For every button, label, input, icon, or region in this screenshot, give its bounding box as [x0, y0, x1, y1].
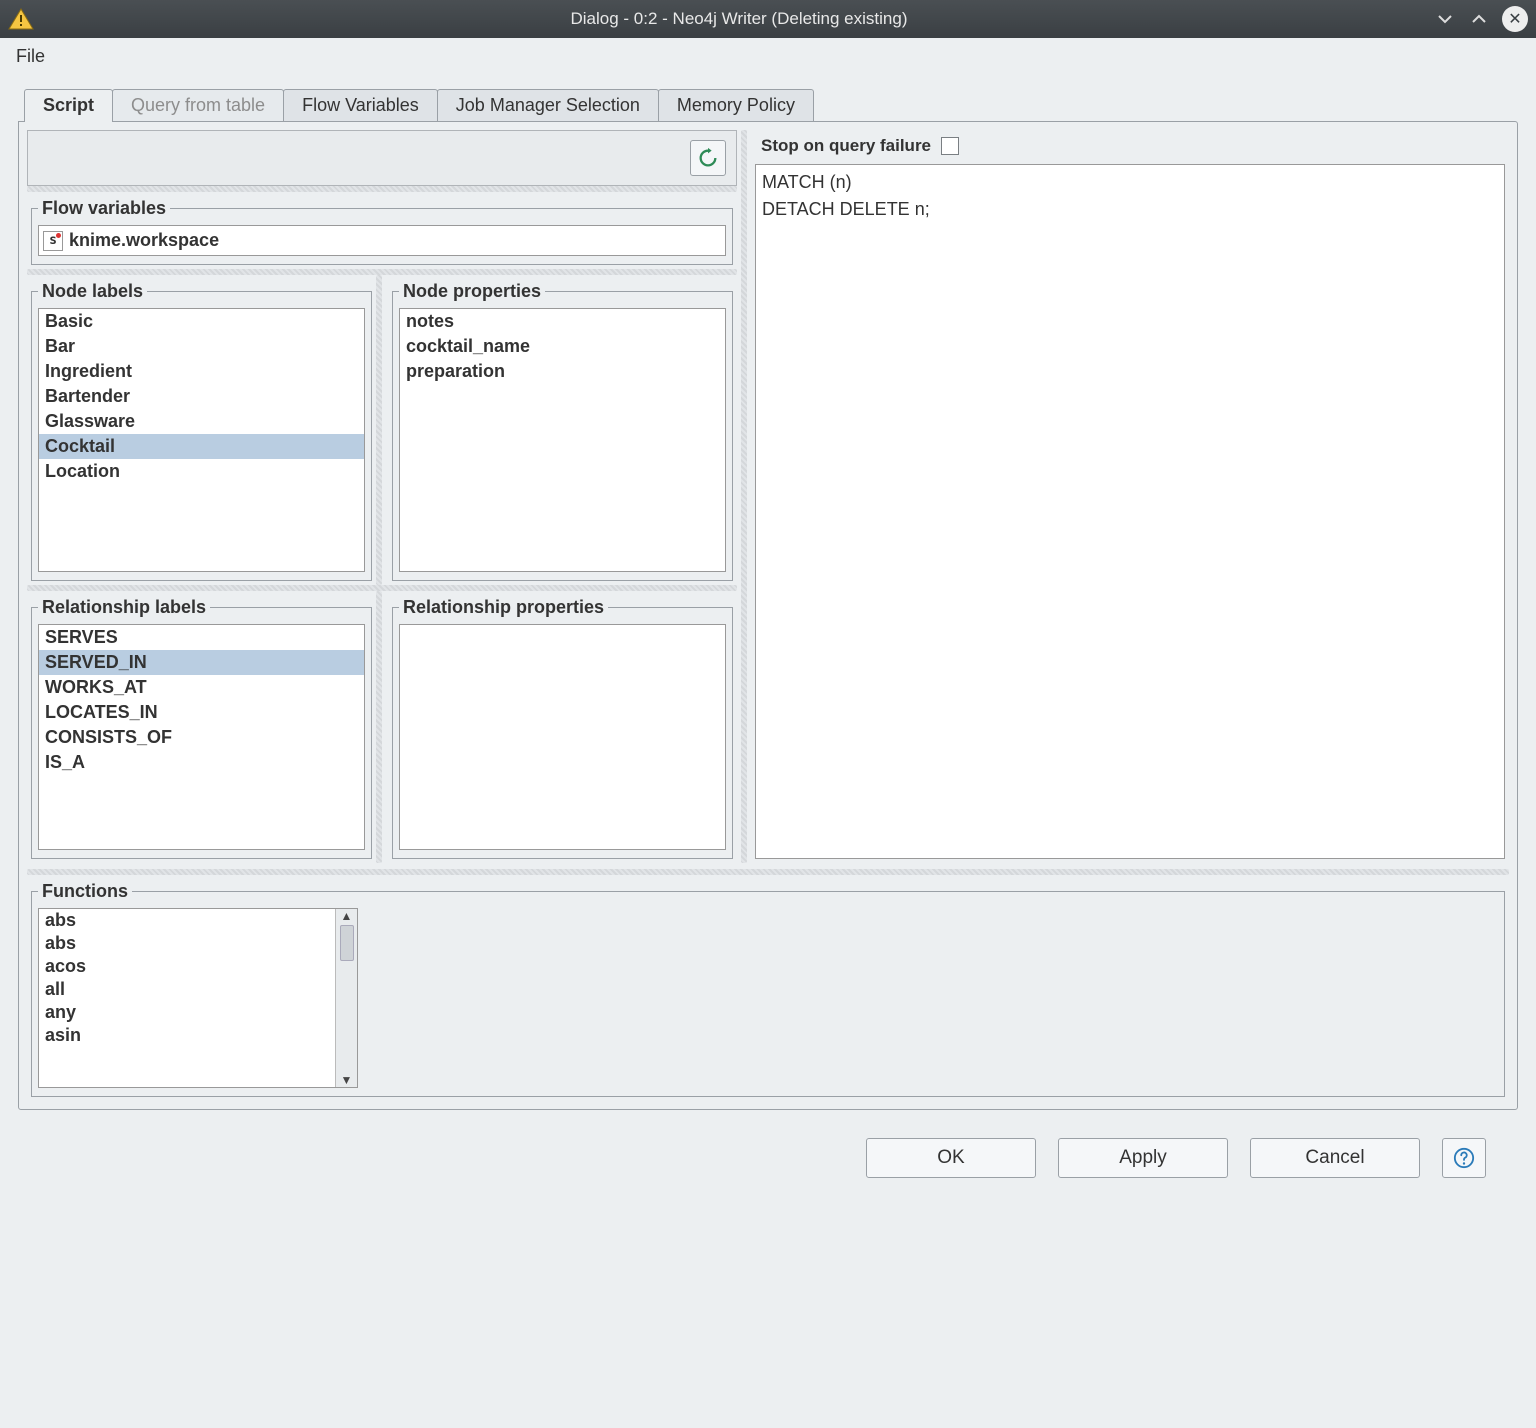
list-item[interactable]: asin	[39, 1024, 335, 1047]
list-item[interactable]: Bar	[39, 334, 364, 359]
node-properties-list[interactable]: notes cocktail_name preparation	[399, 308, 726, 572]
toolbar	[27, 130, 737, 186]
cancel-button[interactable]: Cancel	[1250, 1138, 1420, 1178]
minimize-button[interactable]	[1434, 8, 1456, 30]
list-item[interactable]: all	[39, 978, 335, 1001]
list-item[interactable]: preparation	[400, 359, 725, 384]
menubar: File	[0, 38, 1536, 80]
ok-button[interactable]: OK	[866, 1138, 1036, 1178]
list-item[interactable]: Bartender	[39, 384, 364, 409]
node-properties-group: Node properties notes cocktail_name prep…	[392, 281, 733, 581]
list-item[interactable]: abs	[39, 909, 335, 932]
splitter-h[interactable]	[27, 186, 737, 192]
help-button[interactable]	[1442, 1138, 1486, 1178]
functions-list[interactable]: abs abs acos all any asin ▲ ▼	[38, 908, 358, 1088]
relationship-labels-group: Relationship labels SERVES SERVED_IN WOR…	[31, 597, 372, 859]
stop-on-failure-checkbox[interactable]	[941, 137, 959, 155]
list-item[interactable]: acos	[39, 955, 335, 978]
relationship-properties-list[interactable]	[399, 624, 726, 850]
functions-legend: Functions	[38, 881, 132, 902]
stop-on-failure-label: Stop on query failure	[761, 136, 931, 156]
window-controls: ✕	[1434, 6, 1528, 32]
tab-memory-policy[interactable]: Memory Policy	[658, 89, 814, 122]
refresh-button[interactable]	[690, 140, 726, 176]
scroll-down-icon[interactable]: ▼	[341, 1073, 353, 1087]
titlebar: Dialog - 0:2 - Neo4j Writer (Deleting ex…	[0, 0, 1536, 38]
list-item[interactable]: any	[39, 1001, 335, 1024]
scroll-thumb[interactable]	[340, 925, 354, 961]
node-labels-group: Node labels Basic Bar Ingredient Bartend…	[31, 281, 372, 581]
list-item[interactable]: notes	[400, 309, 725, 334]
list-item[interactable]: IS_A	[39, 750, 364, 775]
help-icon	[1453, 1147, 1475, 1169]
relationship-properties-legend: Relationship properties	[399, 597, 608, 618]
tabs: Script Query from table Flow Variables J…	[18, 88, 1518, 121]
scrollbar[interactable]: ▲ ▼	[335, 909, 357, 1087]
dialog-button-row: OK Apply Cancel	[18, 1110, 1518, 1178]
flow-variable-item[interactable]: s knime.workspace	[38, 225, 726, 256]
stop-on-failure-row: Stop on query failure	[751, 130, 1509, 162]
list-item[interactable]: cocktail_name	[400, 334, 725, 359]
list-item[interactable]: WORKS_AT	[39, 675, 364, 700]
list-item[interactable]: abs	[39, 932, 335, 955]
list-item[interactable]: SERVES	[39, 625, 364, 650]
splitter-v[interactable]	[376, 591, 382, 863]
splitter-h[interactable]	[27, 869, 1509, 875]
list-item[interactable]: Basic	[39, 309, 364, 334]
maximize-button[interactable]	[1468, 8, 1490, 30]
scroll-up-icon[interactable]: ▲	[341, 909, 353, 923]
apply-button[interactable]: Apply	[1058, 1138, 1228, 1178]
tab-pane: Flow variables s knime.workspace Node la…	[18, 121, 1518, 1110]
tab-flow-variables[interactable]: Flow Variables	[283, 89, 438, 122]
flow-variables-legend: Flow variables	[38, 198, 170, 219]
relationship-properties-group: Relationship properties	[392, 597, 733, 859]
list-item[interactable]: Location	[39, 459, 364, 484]
splitter-v[interactable]	[376, 275, 382, 585]
list-item[interactable]: CONSISTS_OF	[39, 725, 364, 750]
string-type-icon: s	[43, 231, 63, 251]
window-title: Dialog - 0:2 - Neo4j Writer (Deleting ex…	[44, 9, 1434, 29]
node-properties-legend: Node properties	[399, 281, 545, 302]
tab-job-manager-selection[interactable]: Job Manager Selection	[437, 89, 659, 122]
tab-script[interactable]: Script	[24, 89, 113, 122]
close-button[interactable]: ✕	[1502, 6, 1528, 32]
refresh-icon	[697, 147, 719, 169]
app-warning-icon	[8, 8, 34, 30]
tab-query-from-table[interactable]: Query from table	[112, 89, 284, 122]
functions-group: Functions abs abs acos all any asin ▲ ▼	[31, 881, 1505, 1097]
relationship-labels-list[interactable]: SERVES SERVED_IN WORKS_AT LOCATES_IN CON…	[38, 624, 365, 850]
flow-variable-name: knime.workspace	[69, 230, 219, 251]
splitter-v-main[interactable]	[741, 130, 747, 863]
list-item[interactable]: LOCATES_IN	[39, 700, 364, 725]
list-item[interactable]: Glassware	[39, 409, 364, 434]
list-item[interactable]: Cocktail	[39, 434, 364, 459]
relationship-labels-legend: Relationship labels	[38, 597, 210, 618]
flow-variables-group: Flow variables s knime.workspace	[31, 198, 733, 265]
node-labels-legend: Node labels	[38, 281, 147, 302]
list-item[interactable]: SERVED_IN	[39, 650, 364, 675]
list-item[interactable]: Ingredient	[39, 359, 364, 384]
node-labels-list[interactable]: Basic Bar Ingredient Bartender Glassware…	[38, 308, 365, 572]
query-editor[interactable]: MATCH (n) DETACH DELETE n;	[755, 164, 1505, 859]
menu-file[interactable]: File	[10, 42, 51, 70]
